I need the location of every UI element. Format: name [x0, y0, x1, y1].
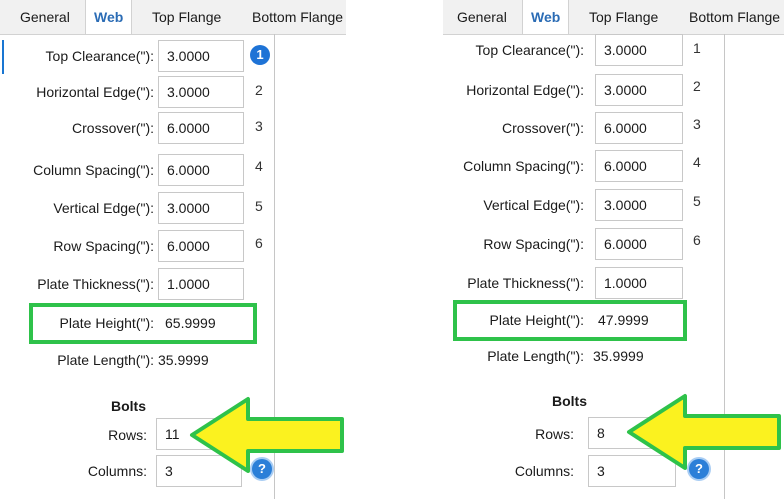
row-spacing-field[interactable]: 6.0000 — [595, 228, 683, 260]
step-5-marker: 5 — [693, 193, 701, 209]
tab-bottom-flange[interactable]: Bottom Flange — [244, 0, 346, 34]
plate-height-value: 47.9999 — [598, 312, 649, 328]
bolts-section-title: Bolts — [111, 398, 146, 414]
right-web-panel: General Web Top Flange Bottom Flange Top… — [443, 0, 784, 499]
plate-thickness-field[interactable]: 1.0000 — [595, 267, 683, 299]
plate-height-value: 65.9999 — [165, 315, 216, 331]
column-spacing-label: Column Spacing("): — [463, 158, 584, 174]
horizontal-edge-field[interactable]: 3.0000 — [595, 74, 683, 106]
step-3-marker: 3 — [693, 116, 701, 132]
plate-length-label: Plate Length("): — [57, 352, 154, 368]
tab-bar: General Web Top Flange Bottom Flange — [0, 0, 346, 35]
plate-thickness-label: Plate Thickness("): — [467, 275, 584, 291]
vertical-edge-field[interactable]: 3.0000 — [595, 189, 683, 221]
row-spacing-label: Row Spacing("): — [483, 236, 584, 252]
plate-length-value: 35.9999 — [593, 348, 644, 364]
step-5-marker: 5 — [255, 198, 263, 214]
step-2-marker: 2 — [255, 82, 263, 98]
step-3-marker: 3 — [255, 118, 263, 134]
vertical-edge-field[interactable]: 3.0000 — [158, 192, 244, 224]
plate-length-label: Plate Length("): — [487, 348, 584, 364]
focus-indicator — [2, 40, 4, 74]
row-spacing-label: Row Spacing("): — [53, 238, 154, 254]
crossover-field[interactable]: 6.0000 — [158, 112, 244, 144]
step-1-badge-icon: 1 — [250, 45, 270, 65]
crossover-label: Crossover("): — [72, 120, 154, 136]
crossover-field[interactable]: 6.0000 — [595, 112, 683, 144]
pointer-arrow-icon — [627, 394, 781, 470]
step-4-marker: 4 — [693, 154, 701, 170]
pointer-arrow-icon — [190, 397, 344, 473]
column-spacing-field[interactable]: 6.0000 — [158, 154, 244, 186]
row-spacing-field[interactable]: 6.0000 — [158, 230, 244, 262]
top-clearance-field[interactable]: 3.0000 — [158, 40, 244, 72]
horizontal-edge-field[interactable]: 3.0000 — [158, 76, 244, 108]
vertical-edge-label: Vertical Edge("): — [483, 197, 584, 213]
vertical-edge-label: Vertical Edge("): — [53, 200, 154, 216]
plate-thickness-field[interactable]: 1.0000 — [158, 268, 244, 300]
plate-thickness-label: Plate Thickness("): — [37, 276, 154, 292]
top-clearance-field[interactable]: 3.0000 — [595, 34, 683, 66]
top-clearance-label: Top Clearance("): — [475, 42, 584, 58]
column-spacing-label: Column Spacing("): — [33, 162, 154, 178]
crossover-label: Crossover("): — [502, 120, 584, 136]
column-spacing-field[interactable]: 6.0000 — [595, 150, 683, 182]
bolts-columns-label: Columns: — [87, 463, 147, 479]
plate-length-value: 35.9999 — [158, 352, 209, 368]
tab-general[interactable]: General — [449, 0, 515, 34]
bolts-rows-label: Rows: — [108, 427, 147, 443]
top-clearance-label: Top Clearance("): — [45, 48, 154, 64]
horizontal-edge-label: Horizontal Edge("): — [36, 84, 154, 100]
bolts-rows-label: Rows: — [535, 426, 574, 442]
step-6-marker: 6 — [255, 235, 263, 251]
tab-bar: General Web Top Flange Bottom Flange — [443, 0, 784, 35]
bolts-columns-label: Columns: — [514, 463, 574, 479]
step-4-marker: 4 — [255, 158, 263, 174]
tab-web[interactable]: Web — [522, 0, 570, 34]
plate-height-label: Plate Height("): — [59, 315, 154, 331]
step-2-marker: 2 — [693, 78, 701, 94]
step-1-marker: 1 — [693, 40, 701, 56]
tab-web[interactable]: Web — [85, 0, 133, 34]
horizontal-edge-label: Horizontal Edge("): — [466, 82, 584, 98]
tab-bottom-flange[interactable]: Bottom Flange — [681, 0, 784, 34]
left-web-panel: General Web Top Flange Bottom Flange Top… — [0, 0, 346, 499]
tab-top-flange[interactable]: Top Flange — [144, 0, 229, 34]
tab-top-flange[interactable]: Top Flange — [581, 0, 666, 34]
bolts-section-title: Bolts — [552, 393, 587, 409]
step-6-marker: 6 — [693, 232, 701, 248]
plate-height-label: Plate Height("): — [489, 312, 584, 328]
tab-general[interactable]: General — [12, 0, 78, 34]
